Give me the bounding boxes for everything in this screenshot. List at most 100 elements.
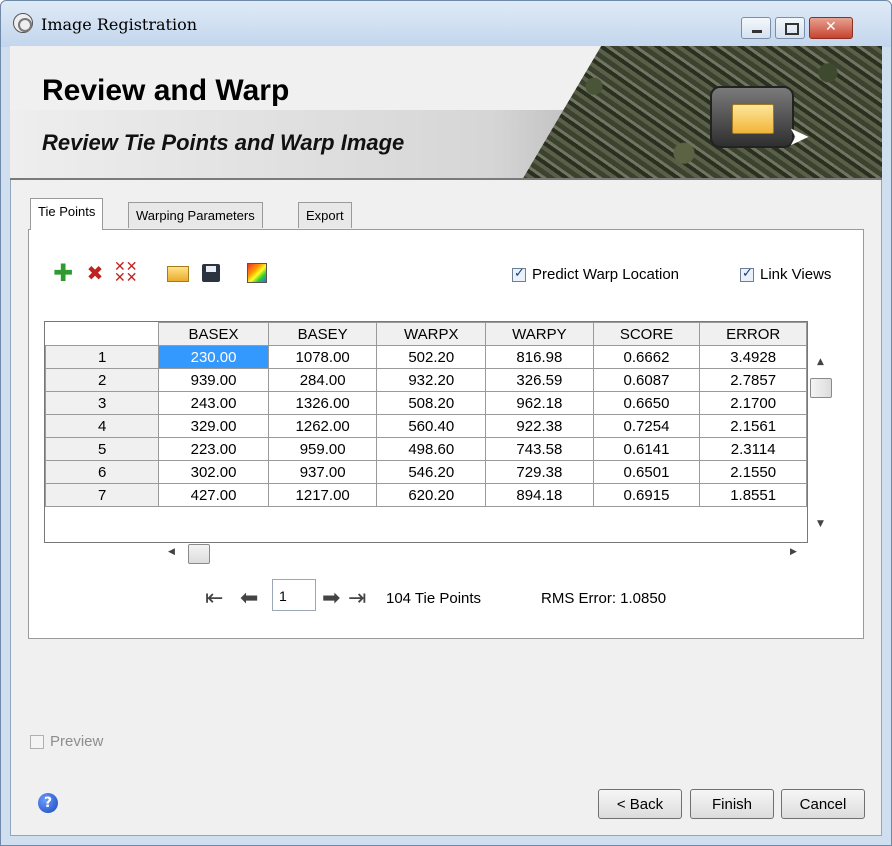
tab-warping-parameters[interactable]: Warping Parameters [128, 202, 263, 228]
page-number-input[interactable] [272, 579, 316, 611]
table-cell[interactable]: 0.6650 [592, 391, 701, 415]
checkbox-icon[interactable] [740, 266, 754, 282]
table-cell[interactable]: 1262.00 [267, 414, 378, 438]
table-cell[interactable]: 0.6501 [592, 460, 701, 484]
table-cell[interactable]: 0.6662 [592, 345, 701, 369]
table-cell[interactable]: 508.20 [376, 391, 487, 415]
row-header[interactable]: 2 [45, 368, 160, 392]
table-cell[interactable]: 1078.00 [267, 345, 378, 369]
column-header[interactable]: BASEX [158, 322, 269, 346]
maximize-button[interactable] [775, 17, 805, 39]
scroll-down-icon[interactable]: ▼ [817, 519, 824, 529]
previous-page-icon[interactable]: ⬅ [240, 588, 258, 610]
table-cell[interactable]: 0.6915 [592, 483, 701, 507]
table-cell[interactable]: 3.4928 [699, 345, 807, 369]
minimize-button[interactable] [741, 17, 771, 39]
row-header[interactable]: 4 [45, 414, 160, 438]
table-cell[interactable]: 546.20 [376, 460, 487, 484]
next-page-icon[interactable]: ➡ [322, 588, 340, 610]
add-icon[interactable]: ✚ [52, 261, 74, 285]
delete-icon[interactable]: ✖ [84, 262, 106, 284]
table-cell[interactable]: 2.1550 [699, 460, 807, 484]
table-row[interactable]: 2 939.00 284.00 932.20 326.59 0.6087 2.7… [45, 368, 807, 392]
row-header[interactable]: 3 [45, 391, 160, 415]
column-header[interactable]: BASEY [267, 322, 378, 346]
tab-export[interactable]: Export [298, 202, 352, 228]
table-cell[interactable]: 894.18 [485, 483, 594, 507]
finish-button[interactable]: Finish [690, 789, 774, 819]
table-cell[interactable]: 937.00 [267, 460, 378, 484]
table-row[interactable]: 7 427.00 1217.00 620.20 894.18 0.6915 1.… [45, 483, 807, 507]
vertical-scrollbar[interactable]: ▲ ▼ [808, 345, 836, 543]
horizontal-scrollbar[interactable]: ◀ ▶ [160, 543, 808, 565]
row-header[interactable]: 5 [45, 437, 160, 461]
table-cell[interactable]: 816.98 [485, 345, 594, 369]
table-row[interactable]: 3 243.00 1326.00 508.20 962.18 0.6650 2.… [45, 391, 807, 415]
table-cell[interactable]: 302.00 [158, 460, 269, 484]
row-header[interactable]: 1 [45, 345, 160, 369]
table-cell[interactable]: 329.00 [158, 414, 269, 438]
table-cell[interactable]: 932.20 [376, 368, 487, 392]
table-cell[interactable]: 1217.00 [267, 483, 378, 507]
scroll-right-icon[interactable]: ▶ [790, 547, 797, 557]
table-cell[interactable]: 2.3114 [699, 437, 807, 461]
table-cell[interactable]: 560.40 [376, 414, 487, 438]
table-cell[interactable]: 502.20 [376, 345, 487, 369]
predict-warp-location-checkbox[interactable]: Predict Warp Location [512, 266, 679, 283]
table-cell[interactable]: 2.1700 [699, 391, 807, 415]
table-cell[interactable]: 223.00 [158, 437, 269, 461]
tab-tie-points[interactable]: Tie Points [30, 198, 104, 230]
cancel-button[interactable]: Cancel [781, 789, 865, 819]
table-cell[interactable]: 284.00 [267, 368, 378, 392]
table-cell[interactable]: 1326.00 [267, 391, 378, 415]
checkbox-icon [30, 734, 44, 749]
table-cell[interactable]: 0.6141 [592, 437, 701, 461]
scroll-left-icon[interactable]: ◀ [168, 547, 175, 557]
table-cell[interactable]: 620.20 [376, 483, 487, 507]
table-cell[interactable]: 498.60 [376, 437, 487, 461]
row-header[interactable]: 6 [45, 460, 160, 484]
help-icon[interactable]: ? [38, 793, 58, 813]
page-subtitle: Review Tie Points and Warp Image [42, 130, 405, 155]
delete-all-icon[interactable]: ✕✕ ✕✕ [114, 260, 137, 285]
table-cell[interactable]: 922.38 [485, 414, 594, 438]
table-row[interactable]: 5 223.00 959.00 498.60 743.58 0.6141 2.3… [45, 437, 807, 461]
table-cell[interactable]: 2.1561 [699, 414, 807, 438]
close-button[interactable] [809, 17, 853, 39]
table-row[interactable]: 4 329.00 1262.00 560.40 922.38 0.7254 2.… [45, 414, 807, 438]
table-cell[interactable]: 1.8551 [699, 483, 807, 507]
table-cell[interactable]: 326.59 [485, 368, 594, 392]
checkbox-icon[interactable] [512, 266, 526, 282]
table-cell[interactable]: 230.00 [158, 345, 269, 369]
horizontal-scroll-thumb[interactable] [188, 544, 210, 564]
first-page-icon[interactable]: ⇤ [205, 588, 223, 610]
column-header[interactable]: WARPX [376, 322, 487, 346]
column-header[interactable]: ERROR [699, 322, 807, 346]
color-palette-icon[interactable] [246, 262, 268, 284]
table-cell[interactable]: 729.38 [485, 460, 594, 484]
table-cell[interactable]: 962.18 [485, 391, 594, 415]
column-header[interactable]: SCORE [592, 322, 701, 346]
table-row[interactable]: 1 230.00 1078.00 502.20 816.98 0.6662 3.… [45, 345, 807, 369]
scroll-up-icon[interactable]: ▲ [817, 357, 824, 367]
app-icon [13, 13, 33, 33]
vertical-scroll-thumb[interactable] [810, 378, 832, 398]
table-cell[interactable]: 743.58 [485, 437, 594, 461]
table-cell[interactable]: 959.00 [267, 437, 378, 461]
last-page-icon[interactable]: ⇥ [348, 588, 366, 610]
table-row[interactable]: 6 302.00 937.00 546.20 729.38 0.6501 2.1… [45, 460, 807, 484]
satellite-image [522, 46, 882, 178]
save-icon[interactable] [200, 262, 222, 284]
column-header[interactable]: WARPY [485, 322, 594, 346]
back-button[interactable]: < Back [598, 789, 682, 819]
open-icon[interactable] [166, 262, 190, 284]
table-cell[interactable]: 939.00 [158, 368, 269, 392]
table-cell[interactable]: 0.7254 [592, 414, 701, 438]
row-header[interactable]: 7 [45, 483, 160, 507]
link-views-checkbox[interactable]: Link Views [740, 266, 831, 283]
title-bar[interactable]: Image Registration [1, 1, 891, 47]
table-cell[interactable]: 243.00 [158, 391, 269, 415]
table-cell[interactable]: 0.6087 [592, 368, 701, 392]
table-cell[interactable]: 427.00 [158, 483, 269, 507]
table-cell[interactable]: 2.7857 [699, 368, 807, 392]
